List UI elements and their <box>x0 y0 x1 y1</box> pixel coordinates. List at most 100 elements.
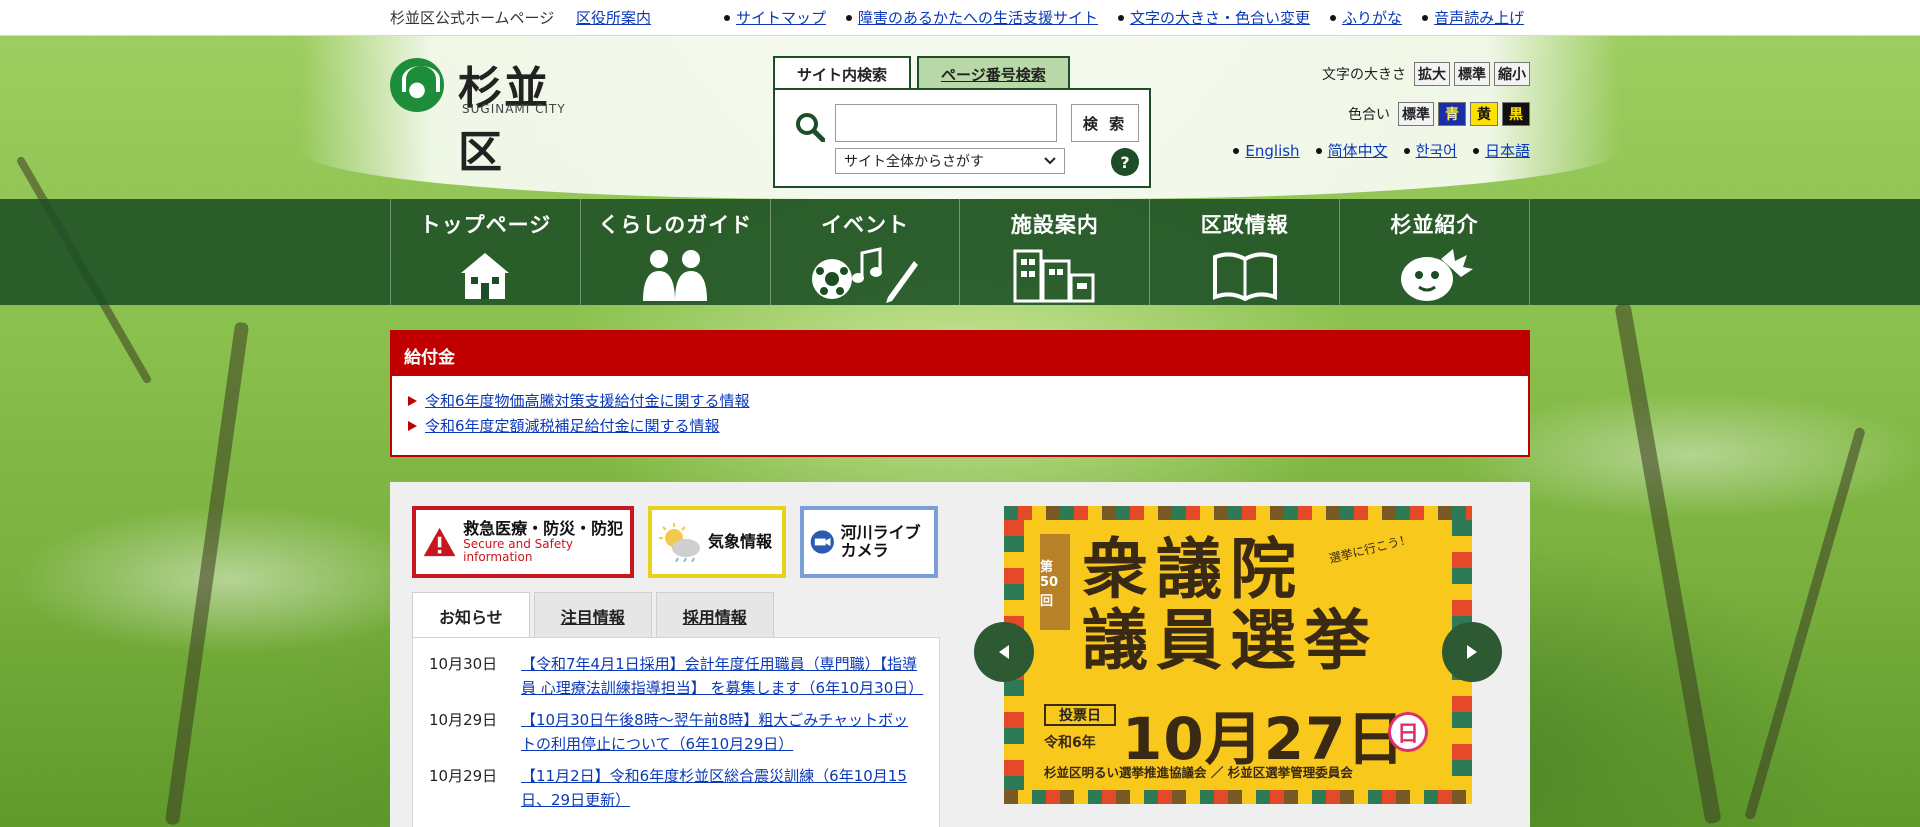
river-camera-banner-title: 河川ライブカメラ <box>840 523 921 560</box>
news-date: 10月29日 <box>429 711 498 729</box>
election-number-badge: 第50回 <box>1040 534 1070 630</box>
tree-trunk-decoration <box>1744 426 1866 821</box>
color-yellow-button[interactable]: 黄 <box>1470 102 1498 126</box>
people-icon <box>639 247 711 303</box>
carousel-next-button[interactable] <box>1442 622 1502 682</box>
language-link-japanese[interactable]: 日本語 <box>1485 140 1530 161</box>
tab-recruitment[interactable]: 採用情報 <box>655 592 774 638</box>
chevron-down-icon <box>1044 157 1056 165</box>
news-link[interactable]: 【令和7年4月1日採用】会計年度任用職員（専門職）【指導員 心理療法訓練指導担当… <box>521 652 923 700</box>
pattern-decoration <box>1004 506 1472 520</box>
list-item: 10月29日 【11月2日】令和6年度杉並区総合震災訓練（6年10月15日、29… <box>429 764 923 812</box>
nav-label: くらしのガイド <box>598 213 753 237</box>
election-day-of-week: 日 <box>1388 712 1428 752</box>
tree-trunk-decoration <box>164 321 250 826</box>
language-link-chinese[interactable]: 简体中文 <box>1328 140 1388 161</box>
search-icon <box>795 112 826 146</box>
utility-links: サイトマップ 障害のあるかたへの生活支援サイト 文字の大きさ・色合い変更 ふりが… <box>724 7 1524 28</box>
bullet-icon <box>1472 147 1479 154</box>
search-scope-select[interactable]: サイト全体からさがす <box>835 148 1065 174</box>
language-links: English 简体中文 한국어 日本語 <box>1233 140 1530 161</box>
nav-item-about-suginami[interactable]: 杉並紹介 <box>1339 199 1530 305</box>
utility-link-furigana[interactable]: ふりがな <box>1330 7 1402 28</box>
site-name: 杉並区公式ホームページ <box>390 9 555 27</box>
tab-featured[interactable]: 注目情報 <box>533 592 652 638</box>
tab-page-number-search[interactable]: ページ番号検索 <box>917 56 1070 90</box>
site-logo[interactable]: 杉並区 SUGINAMI CITY <box>390 58 590 178</box>
nav-item-administration[interactable]: 区政情報 <box>1149 199 1339 305</box>
utility-link-disability-support[interactable]: 障害のあるかたへの生活支援サイト <box>846 7 1098 28</box>
carousel-prev-button[interactable] <box>974 622 1034 682</box>
tree-trunk-decoration <box>1614 302 1722 825</box>
bullet-icon <box>1315 147 1322 154</box>
bullet-icon <box>1233 147 1240 154</box>
utility-bar: 杉並区公式ホームページ 区役所案内 サイトマップ 障害のあるかたへの生活支援サイ… <box>0 0 1920 36</box>
color-blue-button[interactable]: 青 <box>1438 102 1466 126</box>
weather-icon <box>659 523 700 562</box>
color-black-button[interactable]: 黒 <box>1502 102 1530 126</box>
main-content: 救急医療・防災・防犯 Secure and Safety information… <box>390 482 1530 827</box>
nav-label: 区政情報 <box>1200 213 1289 237</box>
nav-label: 施設案内 <box>1010 213 1099 237</box>
arrow-left-icon <box>999 645 1009 659</box>
utility-link-text-color[interactable]: 文字の大きさ・色合い変更 <box>1118 7 1310 28</box>
search-button[interactable]: 検 索 <box>1071 104 1139 142</box>
notice-link[interactable]: 令和6年度定額減税補足給付金に関する情報 <box>425 415 720 436</box>
list-item: 10月30日 【令和7年4月1日採用】会計年度任用職員（専門職）【指導員 心理療… <box>429 652 923 700</box>
news-tabs: お知らせ 注目情報 採用情報 <box>412 592 774 638</box>
text-size-enlarge-button[interactable]: 拡大 <box>1414 62 1450 86</box>
river-camera-banner[interactable]: 河川ライブカメラ <box>800 506 938 578</box>
nav-label: 杉並紹介 <box>1390 213 1479 237</box>
color-standard-button[interactable]: 標準 <box>1398 102 1434 126</box>
tab-site-search[interactable]: サイト内検索 <box>773 56 912 90</box>
feature-carousel: 第50回 衆議院 議員選挙 選挙に行こう！ 投票日 令和6年 10月27日 日 … <box>974 506 1502 804</box>
arrow-right-icon <box>1467 645 1477 659</box>
news-date: 10月29日 <box>429 767 498 785</box>
carousel-slide-election[interactable]: 第50回 衆議院 議員選挙 選挙に行こう！ 投票日 令和6年 10月27日 日 … <box>1004 506 1472 804</box>
utility-link-sitemap[interactable]: サイトマップ <box>724 7 826 28</box>
election-headline-line: 議員選挙 <box>1082 601 1378 680</box>
global-navigation: トップページ くらしのガイド イベント 施設案内 区政情報 杉並紹介 <box>0 199 1920 305</box>
list-item: 10月29日 【10月30日午後8時～翌午前8時】粗大ごみチャットボットの利用停… <box>429 708 923 756</box>
utility-link-read-aloud[interactable]: 音声読み上げ <box>1422 7 1524 28</box>
text-size-reduce-button[interactable]: 縮小 <box>1494 62 1530 86</box>
tab-announcements[interactable]: お知らせ <box>412 592 530 638</box>
emergency-banner-subtitle: Secure and Safety information <box>463 536 574 564</box>
list-item: 令和6年度物価高騰対策支援給付金に関する情報 <box>408 388 1512 413</box>
search-tabs: サイト内検索 ページ番号検索 <box>773 56 1070 90</box>
help-icon[interactable]: ? <box>1111 148 1139 176</box>
notice-link[interactable]: 令和6年度物価高騰対策支援給付金に関する情報 <box>425 390 750 411</box>
language-link-korean[interactable]: 한국어 <box>1416 140 1457 161</box>
language-link-english[interactable]: English <box>1245 142 1299 160</box>
list-item: 令和6年度定額減税補足給付金に関する情報 <box>408 413 1512 438</box>
text-size-controls: 文字の大きさ 拡大 標準 縮小 <box>1233 60 1530 88</box>
search-input[interactable] <box>835 104 1057 142</box>
text-size-standard-button[interactable]: 標準 <box>1454 62 1490 86</box>
weather-banner[interactable]: 気象情報 <box>648 506 786 578</box>
nav-item-events[interactable]: イベント <box>769 199 960 305</box>
text-size-label: 文字の大きさ <box>1322 67 1406 83</box>
camera-icon <box>810 530 834 554</box>
office-guide-link[interactable]: 区役所案内 <box>576 7 651 28</box>
news-list: 10月30日 【令和7年4月1日採用】会計年度任用職員（専門職）【指導員 心理療… <box>412 637 940 827</box>
bullet-icon <box>1403 147 1410 154</box>
bullet-icon <box>724 14 730 21</box>
election-organizers: 杉並区明るい選挙推進協議会 ／ 杉並区選挙管理委員会 <box>1044 765 1353 780</box>
nav-item-top-page[interactable]: トップページ <box>390 199 580 305</box>
nav-item-life-guide[interactable]: くらしのガイド <box>579 199 770 305</box>
notice-title: 給付金 <box>392 332 1528 376</box>
nav-item-facilities[interactable]: 施設案内 <box>959 199 1149 305</box>
warning-icon <box>423 527 456 557</box>
color-label: 色合い <box>1348 107 1390 123</box>
banner-links: 救急医療・防災・防犯 Secure and Safety information… <box>412 506 938 578</box>
mascot-icon <box>1397 247 1473 303</box>
emergency-banner[interactable]: 救急医療・防災・防犯 Secure and Safety information <box>412 506 634 578</box>
house-icon <box>455 247 515 303</box>
city-emblem-icon <box>390 58 444 112</box>
news-link[interactable]: 【11月2日】令和6年度杉並区総合震災訓練（6年10月15日、29日更新） <box>521 764 923 812</box>
book-icon <box>1211 247 1279 303</box>
election-headline-line: 衆議院 <box>1082 530 1304 608</box>
news-link[interactable]: 【10月30日午後8時～翌午前8時】粗大ごみチャットボットの利用停止について（6… <box>521 708 923 756</box>
accessibility-tools: 文字の大きさ 拡大 標準 縮小 色合い 標準 青 黄 黒 English 简体中… <box>1233 60 1530 161</box>
bullet-icon <box>1330 14 1337 21</box>
